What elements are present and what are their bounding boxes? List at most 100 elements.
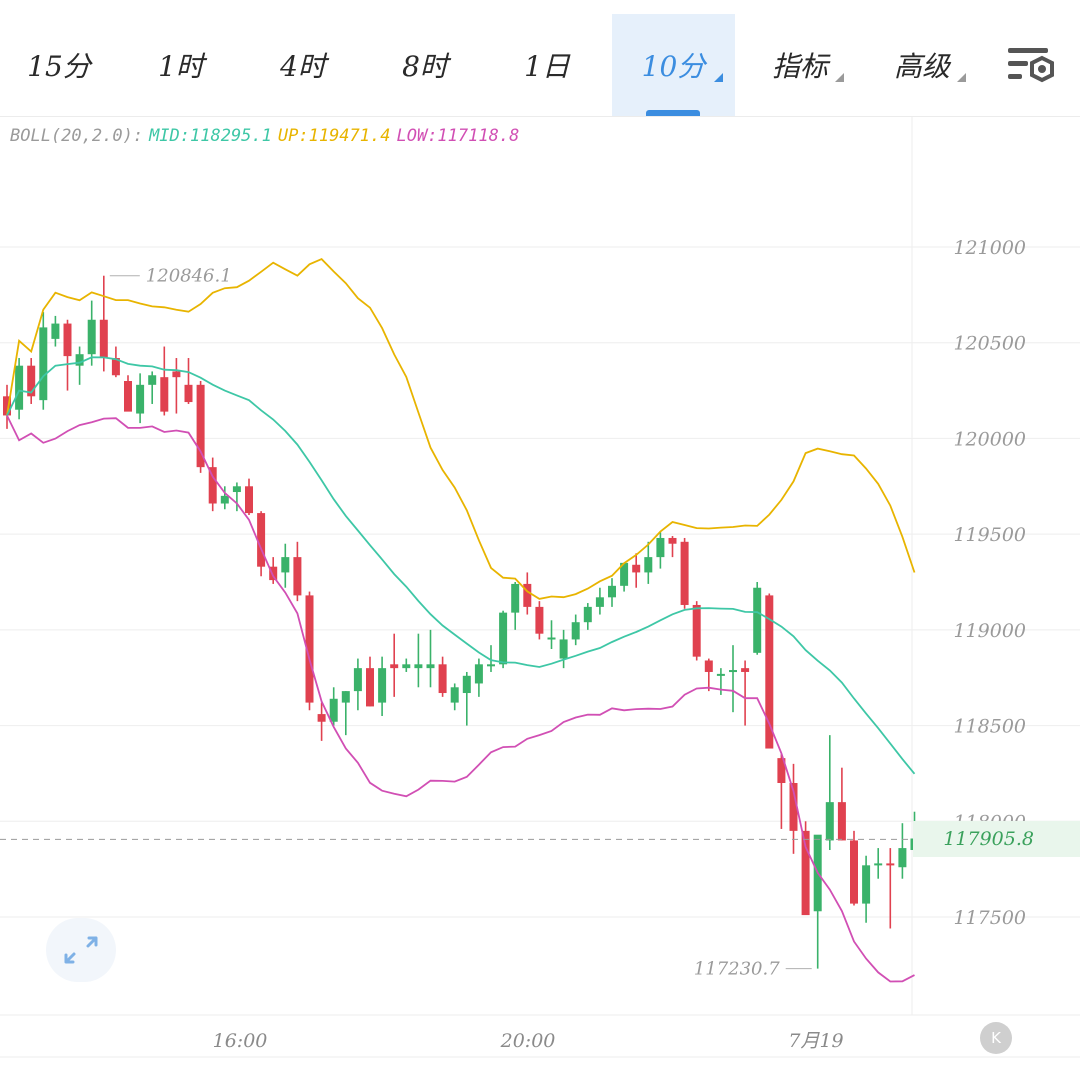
tab-8h[interactable]: 8时 (370, 14, 480, 116)
candle-body (426, 664, 435, 669)
candle-body (51, 323, 60, 339)
k-line-button[interactable]: K (980, 1022, 1012, 1054)
candle-body (837, 802, 846, 841)
candle-body (317, 714, 326, 722)
candle-body (87, 319, 96, 355)
price-axis-label: 117500 (953, 907, 1026, 929)
chart-settings-icon[interactable] (1006, 44, 1058, 88)
candle-body (862, 865, 871, 904)
price-axis-label: 121000 (953, 237, 1026, 259)
candle-body (474, 664, 483, 684)
candlestick-chart[interactable]: 1210001205001200001195001190001185001180… (0, 117, 1080, 1068)
timeframe-toolbar: 15分 1时 4时 8时 1日 10分 指标 高级 (0, 0, 1080, 116)
price-axis-label: 120000 (953, 428, 1026, 450)
candle-body (390, 664, 399, 669)
candle-body (535, 606, 544, 634)
candle-body (281, 557, 290, 573)
candle-body (753, 587, 762, 653)
candle-body (571, 622, 580, 640)
candle-body (353, 668, 362, 692)
time-axis-label: 16:00 (213, 1030, 268, 1052)
high-price-annotation: 120846.1 (146, 266, 232, 287)
price-axis-label: 118500 (953, 716, 1026, 738)
candle-body (172, 371, 181, 378)
dropdown-triangle-icon (714, 73, 723, 82)
candle-body (511, 583, 520, 613)
low-price-annotation: 117230.7 (694, 959, 780, 980)
price-axis-label: 120500 (953, 333, 1026, 355)
candle-body (402, 664, 411, 669)
candle-body (595, 597, 604, 607)
boll-upper-line (6, 258, 916, 600)
candle-body (499, 612, 508, 665)
time-axis-label: 20:00 (500, 1030, 556, 1052)
candle-body (378, 668, 387, 703)
candle-body (220, 495, 229, 504)
candle-body (196, 384, 205, 468)
candle-body (75, 354, 84, 366)
candle-body (644, 557, 653, 573)
candle-body (148, 375, 157, 385)
price-axis-label: 119000 (953, 620, 1026, 642)
candle-body (245, 486, 253, 514)
candle-body (704, 660, 713, 672)
candle-body (341, 691, 350, 703)
candle-body (741, 668, 750, 672)
tab-4h[interactable]: 4时 (248, 14, 358, 116)
candle-body (39, 327, 48, 401)
candle-body (559, 639, 568, 659)
candle-body (184, 384, 193, 403)
candle-body (886, 863, 895, 866)
candle-body (329, 698, 338, 722)
candle-body (232, 486, 241, 493)
boll-mid-line (6, 356, 916, 775)
candle-body (547, 637, 556, 640)
candle-body (898, 848, 907, 868)
candle-body (850, 840, 858, 904)
tab-label: 指标 (771, 50, 828, 83)
candle-body (15, 365, 24, 410)
candle-body (99, 319, 108, 359)
candle-body (160, 377, 169, 412)
dropdown-triangle-icon (957, 73, 966, 82)
tab-1d[interactable]: 1日 (492, 14, 602, 116)
current-price-label: 117905.8 (913, 821, 1080, 857)
candle-body (462, 675, 471, 694)
candle-body (692, 604, 701, 657)
candle-body (680, 541, 689, 605)
candle-body (293, 557, 302, 596)
candle-body (124, 381, 132, 412)
tab-15m[interactable]: 15分 (4, 14, 114, 116)
tab-10m[interactable]: 10分 (612, 14, 735, 116)
candle-body (656, 537, 665, 558)
tab-1h[interactable]: 1时 (126, 14, 236, 116)
tab-label: 高级 (893, 50, 950, 83)
tab-label: 4时 (280, 50, 326, 83)
tab-label: 15分 (27, 50, 91, 83)
tab-label: 10分 (641, 50, 706, 83)
candle-body (825, 802, 834, 841)
expand-arrows-icon (64, 936, 98, 964)
candle-body (583, 606, 592, 623)
candle-body (632, 564, 641, 573)
candle-body (668, 537, 677, 544)
candle-body (63, 323, 72, 357)
candle-body (874, 863, 883, 866)
candle-body (487, 664, 495, 667)
price-axis-label: 119500 (953, 524, 1026, 546)
candle-body (414, 664, 423, 669)
candle-body (450, 687, 459, 703)
candle-body (136, 384, 145, 414)
tab-label: 1时 (158, 50, 204, 83)
candle-body (729, 670, 737, 673)
candle-body (438, 664, 447, 694)
candle-body (608, 585, 616, 598)
tab-label: 8时 (402, 50, 448, 83)
tab-advanced[interactable]: 高级 (866, 14, 978, 116)
tab-indicators[interactable]: 指标 (744, 14, 856, 116)
candle-body (716, 673, 725, 676)
expand-chart-button[interactable] (46, 918, 116, 982)
time-axis-label: 7月19 (788, 1030, 843, 1052)
tab-label: 1日 (524, 50, 570, 83)
candle-body (366, 668, 374, 707)
